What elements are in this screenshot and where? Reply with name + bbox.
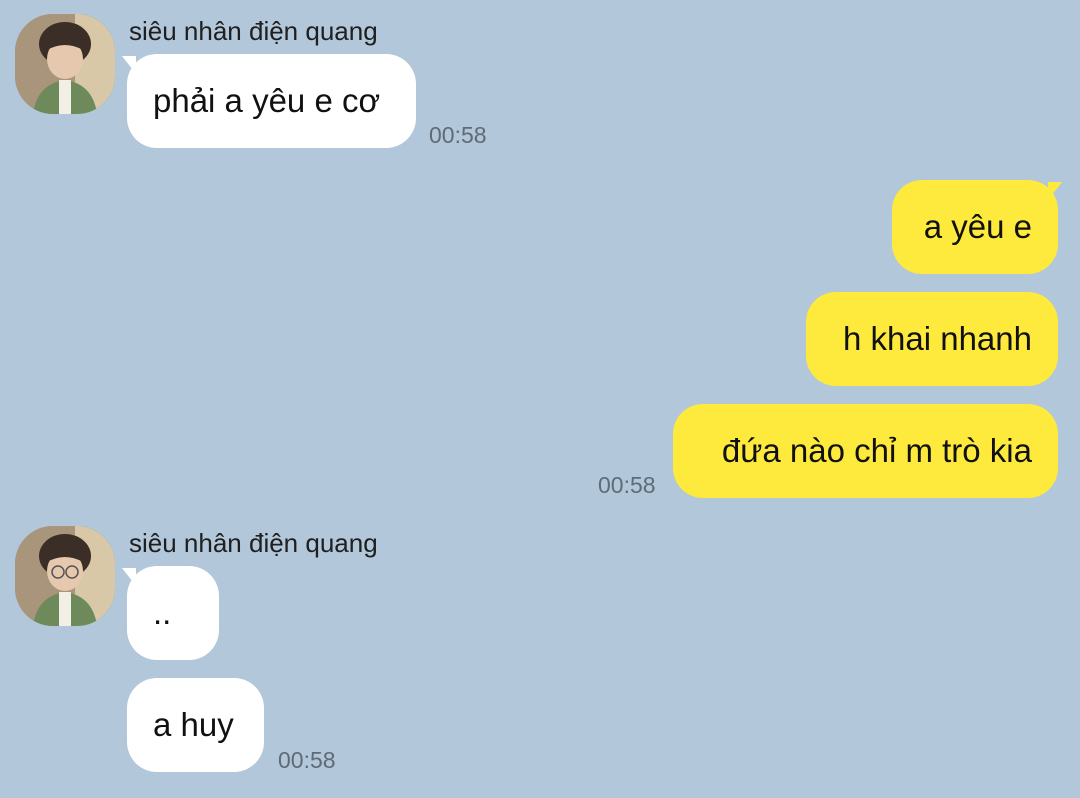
sender-name: siêu nhân điện quang <box>129 528 378 558</box>
message-bubble[interactable]: h khai nhanh <box>806 292 1058 386</box>
message-timestamp: 00:58 <box>278 747 336 773</box>
chat-window: siêu nhân điện quang phải a yêu e cơ 00:… <box>0 0 1080 798</box>
message-bubble[interactable]: a yêu e <box>892 180 1058 274</box>
sender-name: siêu nhân điện quang <box>129 16 378 46</box>
sender-avatar[interactable] <box>15 14 115 114</box>
message-bubble[interactable]: a huy <box>127 678 264 772</box>
message-bubble[interactable]: .. <box>127 566 219 660</box>
message-bubble[interactable]: phải a yêu e cơ <box>127 54 416 148</box>
message-timestamp: 00:58 <box>429 122 487 148</box>
message-bubble[interactable]: đứa nào chỉ m trò kia <box>673 404 1058 498</box>
message-timestamp: 00:58 <box>598 472 656 498</box>
sender-avatar[interactable] <box>15 526 115 626</box>
